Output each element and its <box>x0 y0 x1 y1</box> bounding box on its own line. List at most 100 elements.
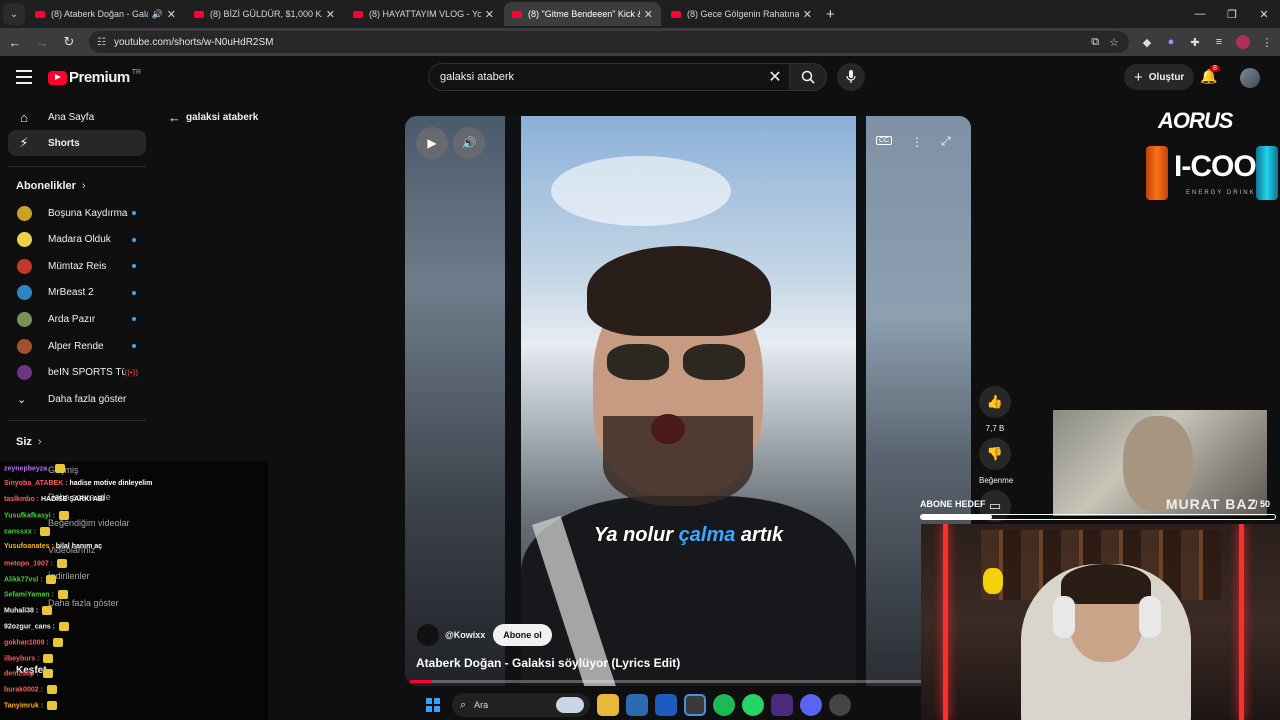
subscription-item[interactable]: Arda Pazır <box>8 306 146 332</box>
captions-cc-icon[interactable]: CC <box>876 136 893 145</box>
tab-close-icon[interactable]: ✕ <box>644 8 653 21</box>
game-app-icon[interactable] <box>829 694 851 716</box>
subscription-item[interactable]: Alper Rende <box>8 333 146 359</box>
voice-search-mic-icon[interactable] <box>837 63 865 91</box>
subscription-name: Arda Pazır <box>48 313 96 325</box>
emote-icon <box>52 637 63 647</box>
icool-subtext: ENERGY DRINK <box>1186 190 1256 196</box>
blurred-background-left <box>405 116 505 686</box>
subscriptions-heading[interactable]: Abonelikler › <box>16 180 86 192</box>
emote-icon <box>39 527 50 537</box>
spotify-icon[interactable] <box>713 694 735 716</box>
browser-tab[interactable]: (8) "Gitme Bendeeen" Kick & Tw ✕ <box>504 2 661 26</box>
youtube-play-logo-icon <box>48 70 67 85</box>
emote-icon <box>43 653 54 663</box>
search-input[interactable]: galaksi ataberk ✕ <box>428 63 790 91</box>
volume-button[interactable]: 🔊 <box>453 127 485 159</box>
account-avatar[interactable] <box>1240 68 1260 88</box>
shorts-player[interactable]: Ya nolur çalma artık ▶ 🔊 CC ⋮ ⤢ @Kowixx … <box>405 116 971 686</box>
subscription-item[interactable]: MrBeast 2 <box>8 280 146 306</box>
file-explorer-icon[interactable] <box>597 694 619 716</box>
back-arrow-icon[interactable]: ← <box>3 30 27 54</box>
emote-icon <box>46 685 57 695</box>
windows-start-icon[interactable] <box>426 698 440 712</box>
new-tab-plus-icon[interactable]: + <box>826 6 835 23</box>
next-app-icon[interactable] <box>771 694 793 716</box>
site-info-icon[interactable]: ☷ <box>97 37 106 48</box>
browser-tab[interactable]: (8) Gece Gölgenin Rahatına Bak ✕ <box>663 2 820 26</box>
notification-badge: 8 <box>1210 65 1220 72</box>
browser-menu-icon[interactable]: ⋮ <box>1255 30 1279 54</box>
stream-chat-overlay: GeçmişDaha sonra izleBeğendiğim videolar… <box>0 462 268 720</box>
like-action[interactable]: 👍 7,7 B <box>979 386 1011 433</box>
subscription-item[interactable]: Madara Olduk <box>8 227 146 253</box>
youtube-logo[interactable]: Premium TR <box>48 69 141 86</box>
youtube-favicon-icon <box>671 10 681 18</box>
tab-close-icon[interactable]: ✕ <box>485 8 494 21</box>
fullscreen-icon[interactable]: ⤢ <box>941 134 951 149</box>
restore-icon[interactable]: ❐ <box>1216 0 1248 28</box>
play-button[interactable]: ▶ <box>416 127 448 159</box>
icool-banner: I-COOL ENERGY DRINK <box>1146 146 1278 202</box>
outlook-icon[interactable] <box>655 694 677 716</box>
discord-icon[interactable] <box>800 694 822 716</box>
channel-avatar[interactable] <box>417 624 439 646</box>
dislike-action[interactable]: 👎 Beğenme <box>979 438 1013 485</box>
more-options-icon[interactable]: ⋮ <box>911 135 923 149</box>
video-progress-bar[interactable] <box>410 680 966 683</box>
clear-search-icon[interactable]: ✕ <box>761 67 789 87</box>
install-app-icon[interactable]: ⧉ <box>1091 36 1099 49</box>
extension-diamond-icon[interactable]: ◆ <box>1135 30 1159 54</box>
cloud <box>551 156 731 226</box>
sidebar-item-home[interactable]: ⌂ Ana Sayfa <box>8 104 146 130</box>
search-highlight-icon <box>556 697 584 713</box>
store-icon[interactable] <box>626 694 648 716</box>
browser-tab[interactable]: (8) HAYATTAYIM VLOG - YouTube ✕ <box>345 2 502 26</box>
chat-username: zeynepbeyza : <box>4 465 52 473</box>
create-button[interactable]: + Oluştur <box>1124 64 1195 90</box>
search-button[interactable] <box>789 63 827 91</box>
whatsapp-icon[interactable] <box>742 694 764 716</box>
notifications-bell-icon[interactable]: 🔔 8 <box>1200 65 1220 88</box>
browser-tab[interactable]: (8) BİZİ GÜLDÜR, $1,000 KAZAN ✕ <box>186 2 343 26</box>
chrome-icon[interactable] <box>684 694 706 716</box>
back-to-search[interactable]: ← galaksi ataberk <box>168 110 258 125</box>
extensions-puzzle-icon[interactable]: ✚ <box>1183 30 1207 54</box>
new-content-dot <box>132 237 136 242</box>
extension-purple-icon[interactable]: ● <box>1159 30 1183 54</box>
you-section-item[interactable]: Daha fazla göster <box>48 598 119 608</box>
show-more-subscriptions[interactable]: ⌄ Daha fazla göster <box>8 386 146 412</box>
goal-count: / 50 <box>1254 499 1270 509</box>
tab-close-icon[interactable]: ✕ <box>167 8 176 21</box>
reload-icon[interactable]: ↻ <box>57 30 81 54</box>
profile-avatar-icon[interactable] <box>1236 35 1250 49</box>
minimize-icon[interactable]: — <box>1184 0 1216 28</box>
hamburger-menu-icon[interactable] <box>16 70 32 84</box>
browser-tab[interactable]: (8) Ataberk Doğan - Galaksi 🔊 ✕ <box>27 2 184 26</box>
subscription-item[interactable]: beIN SPORTS Tü...((•)) <box>8 360 146 386</box>
sidebar-item-shorts[interactable]: ⚡ Shorts <box>8 130 146 156</box>
tab-search-icon[interactable]: ⌄ <box>3 3 25 25</box>
you-heading[interactable]: Siz › <box>16 436 42 448</box>
address-bar[interactable]: ☷ youtube.com/shorts/w-N0uHdR2SM ⧉ ☆ <box>89 31 1129 53</box>
close-window-icon[interactable]: ✕ <box>1248 0 1280 28</box>
subscription-item[interactable]: Boşuna Kaydırma <box>8 200 146 226</box>
forward-arrow-icon[interactable]: → <box>30 30 54 54</box>
tab-close-icon[interactable]: ✕ <box>326 8 335 21</box>
tab-audio-icon[interactable]: 🔊 <box>152 9 163 20</box>
bookmark-star-icon[interactable]: ☆ <box>1109 36 1119 49</box>
subscription-item[interactable]: Mümtaz Reis <box>8 253 146 279</box>
youtube-favicon-icon <box>512 10 522 18</box>
taskbar-search[interactable]: ⌕ Ara <box>452 693 590 717</box>
extensions-area: ◆ ● ✚ ≡ ⋮ <box>1135 30 1279 54</box>
reading-list-icon[interactable]: ≡ <box>1207 30 1231 54</box>
chat-message: Tanyimruk : <box>4 701 58 710</box>
channel-handle[interactable]: @Kowixx <box>445 630 485 640</box>
shadow-strip <box>856 116 866 686</box>
mic-glyph <box>846 70 856 83</box>
tab-close-icon[interactable]: ✕ <box>803 8 812 21</box>
chat-message: canssxx : <box>4 527 50 537</box>
short-title[interactable]: Ataberk Doğan - Galaksi söylüyor (Lyrics… <box>416 656 680 670</box>
subscribe-button[interactable]: Abone ol <box>493 624 552 646</box>
chat-text: HADİSE ŞARKI ABİ <box>40 495 105 503</box>
